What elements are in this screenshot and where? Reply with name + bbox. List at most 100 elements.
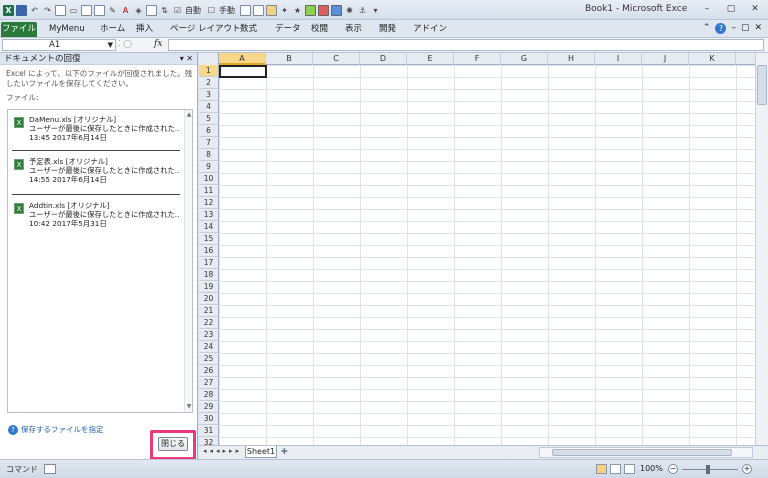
manual-calc-label[interactable]: 手動 bbox=[219, 5, 235, 16]
row-header-13[interactable]: 13 bbox=[199, 209, 219, 221]
tab-page-layout[interactable]: ページ レイアウト bbox=[170, 22, 241, 37]
row-header-11[interactable]: 11 bbox=[199, 185, 219, 197]
horizontal-scrollbar[interactable] bbox=[539, 447, 753, 458]
column-header-k[interactable]: K bbox=[689, 53, 736, 65]
border-icon[interactable] bbox=[146, 4, 157, 16]
preview-icon[interactable] bbox=[94, 4, 105, 16]
scroll-thumb[interactable] bbox=[757, 65, 767, 105]
auto-calc-label[interactable]: 自動 bbox=[185, 5, 201, 16]
scroll-down-icon[interactable]: ▼ bbox=[185, 403, 193, 411]
scroll-up-icon[interactable]: ▲ bbox=[185, 111, 193, 119]
redo-icon[interactable]: ↷ bbox=[42, 5, 53, 16]
active-cell[interactable] bbox=[219, 65, 267, 78]
page-break-view-icon[interactable] bbox=[624, 464, 635, 474]
tab-view[interactable]: 表示 bbox=[345, 22, 362, 37]
zoom-slider-knob[interactable] bbox=[706, 465, 710, 474]
fill-color-icon[interactable]: ◈ bbox=[133, 5, 144, 16]
red-swatch-icon[interactable] bbox=[318, 4, 329, 16]
row-header-27[interactable]: 27 bbox=[199, 377, 219, 389]
undo-icon[interactable]: ↶ bbox=[29, 5, 40, 16]
zoom-slider[interactable] bbox=[682, 465, 738, 474]
row-header-24[interactable]: 24 bbox=[199, 341, 219, 353]
row-header-26[interactable]: 26 bbox=[199, 365, 219, 377]
checkbox-manual-icon[interactable]: ☐ bbox=[206, 5, 217, 16]
tab-sheet1[interactable]: Sheet1 bbox=[245, 446, 277, 458]
row-header-23[interactable]: 23 bbox=[199, 329, 219, 341]
tab-developer[interactable]: 開発 bbox=[379, 22, 396, 37]
row-header-18[interactable]: 18 bbox=[199, 269, 219, 281]
tab-insert[interactable]: 挿入 bbox=[136, 22, 153, 37]
open-folder-icon[interactable]: ▭ bbox=[68, 5, 79, 16]
normal-view-icon[interactable] bbox=[596, 464, 607, 474]
row-header-12[interactable]: 12 bbox=[199, 197, 219, 209]
column-header-a[interactable]: A bbox=[219, 53, 266, 65]
excel-icon[interactable]: X bbox=[3, 4, 14, 16]
tab-addins[interactable]: アドイン bbox=[413, 22, 447, 37]
minimize-button[interactable]: – bbox=[698, 3, 716, 15]
anchor-icon[interactable]: ⚓ bbox=[357, 5, 368, 16]
column-header-c[interactable]: C bbox=[313, 53, 360, 65]
row-header-32[interactable]: 32 bbox=[199, 437, 219, 445]
shapes-icon[interactable]: ✦ bbox=[279, 5, 290, 16]
insert-sheet-icon[interactable]: ✚ bbox=[281, 447, 293, 457]
row-header-28[interactable]: 28 bbox=[199, 389, 219, 401]
print-icon[interactable] bbox=[81, 4, 92, 16]
select-all-corner[interactable] bbox=[199, 53, 219, 65]
row-header-4[interactable]: 4 bbox=[199, 101, 219, 113]
checkbox-auto-icon[interactable]: ☑ bbox=[172, 5, 183, 16]
zoom-out-icon[interactable]: − bbox=[668, 464, 678, 474]
name-box[interactable]: A1 ▼ bbox=[2, 39, 116, 51]
ribbon-collapse-icon[interactable]: ⌃ bbox=[703, 23, 711, 34]
row-header-2[interactable]: 2 bbox=[199, 77, 219, 89]
scroll-thumb[interactable] bbox=[552, 449, 732, 456]
row-header-29[interactable]: 29 bbox=[199, 401, 219, 413]
save-files-label[interactable]: 保存するファイルを指定 bbox=[21, 424, 104, 435]
zoom-level[interactable]: 100% bbox=[640, 464, 663, 473]
row-header-6[interactable]: 6 bbox=[199, 125, 219, 137]
page-layout-view-icon[interactable] bbox=[610, 464, 621, 474]
column-header-e[interactable]: E bbox=[407, 53, 454, 65]
tab-review[interactable]: 校閲 bbox=[311, 22, 328, 37]
tab-data[interactable]: データ bbox=[275, 22, 301, 37]
help-icon[interactable]: ? bbox=[715, 23, 727, 34]
format-painter-icon[interactable]: ✎ bbox=[107, 5, 118, 16]
row-header-15[interactable]: 15 bbox=[199, 233, 219, 245]
column-header-j[interactable]: J bbox=[642, 53, 689, 65]
file-list-scrollbar[interactable]: ▲ ▼ bbox=[184, 110, 192, 412]
column-header-f[interactable]: F bbox=[454, 53, 501, 65]
row-header-9[interactable]: 9 bbox=[199, 161, 219, 173]
row-header-16[interactable]: 16 bbox=[199, 245, 219, 257]
row-header-20[interactable]: 20 bbox=[199, 293, 219, 305]
workbook-close-icon[interactable]: ✕ bbox=[754, 23, 762, 34]
row-header-21[interactable]: 21 bbox=[199, 305, 219, 317]
workbook-minimize-icon[interactable]: – bbox=[731, 23, 736, 34]
formula-input[interactable] bbox=[168, 39, 764, 51]
save-files-link[interactable]: ? 保存するファイルを指定 bbox=[8, 424, 104, 435]
blue-swatch-icon[interactable] bbox=[331, 4, 342, 16]
column-header-b[interactable]: B bbox=[266, 53, 313, 65]
customize-dropdown-icon[interactable]: ▾ bbox=[370, 5, 381, 16]
zoom-in-icon[interactable]: + bbox=[742, 464, 752, 474]
row-header-19[interactable]: 19 bbox=[199, 281, 219, 293]
sparkle-icon[interactable]: ✺ bbox=[344, 5, 355, 16]
row-header-30[interactable]: 30 bbox=[199, 413, 219, 425]
table-icon[interactable] bbox=[240, 4, 251, 16]
pane-close-icon[interactable]: ▾ ✕ bbox=[180, 54, 193, 63]
chart-icon[interactable] bbox=[266, 4, 277, 16]
row-header-31[interactable]: 31 bbox=[199, 425, 219, 437]
tab-formulas[interactable]: 数式 bbox=[240, 22, 257, 37]
column-header-g[interactable]: G bbox=[501, 53, 548, 65]
column-header-d[interactable]: D bbox=[360, 53, 407, 65]
tab-file[interactable]: ファイル bbox=[1, 22, 37, 37]
workbook-restore-icon[interactable]: ▢ bbox=[741, 23, 750, 34]
column-header-h[interactable]: H bbox=[548, 53, 595, 65]
grid-icon[interactable] bbox=[253, 4, 264, 16]
row-header-22[interactable]: 22 bbox=[199, 317, 219, 329]
macro-record-icon[interactable] bbox=[44, 464, 56, 474]
close-window-button[interactable]: ✕ bbox=[746, 3, 764, 15]
row-header-17[interactable]: 17 bbox=[199, 257, 219, 269]
save-icon[interactable] bbox=[16, 4, 27, 16]
font-color-icon[interactable]: A bbox=[120, 5, 131, 16]
row-header-14[interactable]: 14 bbox=[199, 221, 219, 233]
row-header-25[interactable]: 25 bbox=[199, 353, 219, 365]
